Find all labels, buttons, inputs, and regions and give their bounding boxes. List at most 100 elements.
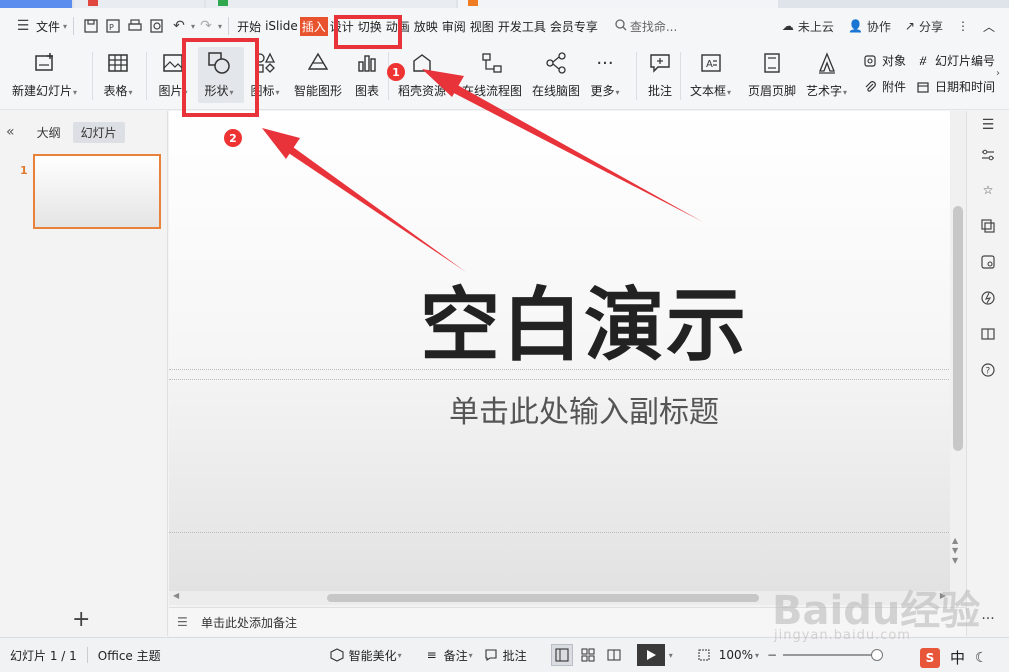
notes-toggle-button[interactable]: ≡ 备注 ▾ <box>424 647 473 664</box>
normal-view-icon[interactable] <box>550 644 573 666</box>
tab-insert[interactable]: 插入 <box>299 16 328 36</box>
annotation-box-shape-button <box>182 38 259 117</box>
slide-count: 幻灯片 1 / 1 <box>10 648 77 663</box>
tab-slideshow[interactable]: 放映 <box>412 18 440 35</box>
more-button[interactable]: ··· 更多▾ <box>590 48 620 99</box>
window-tab-3[interactable] <box>206 0 456 8</box>
collab-button[interactable]: 👤 协作 <box>848 18 891 35</box>
help-icon[interactable]: ? <box>978 360 998 380</box>
horizontal-scrollbar[interactable]: ◀ ▶ <box>169 591 950 605</box>
customize-quick-access-icon[interactable]: ▾ <box>218 22 222 31</box>
scroll-right-icon[interactable]: ▶ <box>940 591 946 600</box>
divider <box>636 52 637 100</box>
copy-icon[interactable] <box>978 216 998 236</box>
panel-tabs: « 大纲 幻灯片 <box>0 121 168 143</box>
tab-home[interactable]: 开始 <box>235 18 263 35</box>
window-tab-active[interactable] <box>458 0 778 8</box>
chevron-down-icon[interactable]: ▾ <box>755 651 759 660</box>
lightning-icon[interactable] <box>978 288 998 308</box>
slide-title[interactable]: 空白演示 <box>169 261 966 377</box>
new-slide-button[interactable]: 新建幻灯片▾ <box>12 48 77 99</box>
paperclip-icon <box>862 79 878 95</box>
right-sidebar: ☰ ☆ ? ··· <box>966 111 1009 636</box>
object-button[interactable]: 对象 <box>862 52 906 69</box>
zoom-out-icon[interactable]: − <box>767 648 777 662</box>
slide-thumbnail[interactable] <box>33 154 161 229</box>
slide-thumbnail-number: 1 <box>20 164 28 177</box>
vertical-scrollbar[interactable]: ▲ ▼ ▼ <box>950 111 966 605</box>
chevron-down-icon[interactable]: ▾ <box>669 651 673 660</box>
share-button[interactable]: ↗ 分享 <box>905 18 943 35</box>
table-button[interactable]: 表格▾ <box>103 48 133 99</box>
tab-outline[interactable]: 大纲 <box>29 122 69 143</box>
book-icon[interactable] <box>978 324 998 344</box>
export-pdf-icon[interactable]: P <box>102 15 124 37</box>
play-icon <box>646 650 656 660</box>
smartart-button[interactable]: 智能图形 <box>294 48 342 99</box>
wordart-button[interactable]: 艺术字▾ <box>806 48 847 99</box>
notes-icon: ≡ <box>426 648 437 662</box>
input-method-indicator[interactable]: S 中 ☾ <box>920 647 988 668</box>
tab-view[interactable]: 视图 <box>468 18 496 35</box>
notes-bar[interactable]: ☰ 单击此处添加备注 <box>169 607 966 636</box>
mindmap-button[interactable]: 在线脑图 <box>532 48 580 99</box>
save-icon[interactable] <box>80 15 102 37</box>
zoom-slider[interactable] <box>783 649 884 661</box>
comment-toggle-button[interactable]: 批注 <box>483 647 527 664</box>
textbox-label: 文本框 <box>690 84 727 98</box>
image-settings-icon[interactable] <box>978 252 998 272</box>
play-slideshow-button[interactable] <box>636 644 665 666</box>
window-tab-1[interactable] <box>0 0 72 8</box>
attachment-button[interactable]: 附件 <box>862 78 906 95</box>
print-preview-icon[interactable] <box>146 15 168 37</box>
slide-subtitle[interactable]: 单击此处输入副标题 <box>169 387 966 431</box>
ribbon-scroll-right-icon[interactable]: › <box>996 68 1000 79</box>
tab-slides[interactable]: 幻灯片 <box>72 121 125 143</box>
horizontal-scroll-thumb[interactable] <box>327 594 759 602</box>
collapse-ribbon-button[interactable]: ︿ <box>983 18 995 35</box>
header-footer-button[interactable]: 页眉页脚 <box>748 48 796 99</box>
more-horizontal-icon[interactable]: ··· <box>978 609 998 629</box>
comment-button[interactable]: 批注 <box>645 48 675 99</box>
add-slide-icon[interactable]: + <box>72 607 90 632</box>
beautify-button[interactable]: 智能美化 ▾ <box>329 647 402 664</box>
redo-icon[interactable]: ↷ <box>195 15 217 37</box>
slide-number-button[interactable]: ⧣ 幻灯片编号 <box>915 52 995 69</box>
reading-view-icon[interactable] <box>603 644 625 666</box>
chart-button[interactable]: 图表 <box>352 48 382 99</box>
collapse-panel-icon[interactable]: « <box>6 124 15 140</box>
chart-icon <box>352 48 382 78</box>
zoom-slider-knob[interactable] <box>871 649 884 661</box>
adjust-icon[interactable] <box>978 145 998 165</box>
zoom-level[interactable]: 100% <box>719 648 753 662</box>
sidebar-menu-icon[interactable]: ☰ <box>978 115 998 135</box>
theme-name[interactable]: Office 主题 <box>98 647 161 664</box>
more-options-button[interactable]: ⋮ <box>957 19 969 33</box>
tab-developer[interactable]: 开发工具 <box>496 18 548 35</box>
flowchart-button[interactable]: 在线流程图 <box>462 48 522 99</box>
date-time-button[interactable]: 日期和时间 <box>915 78 995 95</box>
chevron-down-icon: ▾ <box>275 88 280 97</box>
slide-sorter-icon[interactable] <box>577 644 599 666</box>
vertical-scroll-thumb[interactable] <box>953 206 963 451</box>
star-icon[interactable]: ☆ <box>978 180 998 200</box>
slide[interactable]: 空白演示 单击此处输入副标题 <box>169 111 951 591</box>
tab-review[interactable]: 审阅 <box>440 18 468 35</box>
tab-islide[interactable]: iSlide <box>263 19 300 33</box>
print-icon[interactable] <box>124 15 146 37</box>
undo-icon[interactable]: ↶ <box>168 15 190 37</box>
fit-window-icon[interactable] <box>697 648 711 662</box>
window-tab-2[interactable] <box>74 0 204 8</box>
command-search[interactable]: 查找命... <box>614 18 677 35</box>
table-label: 表格 <box>103 84 128 98</box>
scroll-left-icon[interactable]: ◀ <box>173 591 179 600</box>
scroll-arrows-icon[interactable]: ▲ ▼ ▼ <box>952 536 958 566</box>
cloud-status-button[interactable]: ☁ 未上云 <box>782 18 834 35</box>
textbox-button[interactable]: A 文本框▾ <box>690 48 731 99</box>
slide-canvas[interactable]: 空白演示 单击此处输入副标题 <box>169 111 966 605</box>
file-menu[interactable]: ☰ 文件 ▾ <box>12 15 67 37</box>
tab-member[interactable]: 会员专享 <box>548 18 600 35</box>
ime-logo: S <box>920 647 940 668</box>
new-slide-label: 新建幻灯片 <box>12 84 73 98</box>
docer-resources-button[interactable]: 稻壳资源 <box>398 48 446 99</box>
